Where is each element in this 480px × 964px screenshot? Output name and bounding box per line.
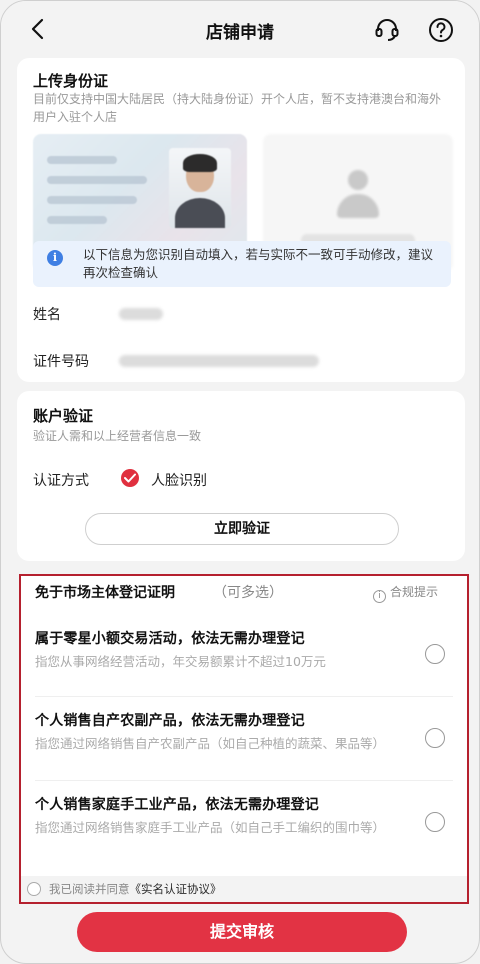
page-title: 店铺申请 xyxy=(206,23,274,43)
id-section-title: 上传身份证 xyxy=(33,72,109,90)
agreement-prefix: 我已阅读并同意 xyxy=(49,882,130,896)
id-number-value-blurred[interactable] xyxy=(119,355,319,367)
divider xyxy=(35,696,453,697)
id-photo xyxy=(169,148,231,228)
compliance-hint-link[interactable]: i 合规提示 xyxy=(373,583,438,603)
agreement-checkbox[interactable] xyxy=(27,882,41,896)
name-label: 姓名 xyxy=(33,307,61,323)
account-section-title: 账户验证 xyxy=(33,407,94,425)
submit-review-button[interactable]: 提交审核 xyxy=(77,912,407,952)
agreement-bar: 我已阅读并同意《实名认证协议》 xyxy=(21,876,467,902)
option-description: 指您从事网络经营活动，年交易额累计不超过10万元 xyxy=(35,654,326,669)
account-section-description: 验证人需和以上经营者信息一致 xyxy=(33,429,202,443)
option-radio[interactable] xyxy=(425,812,445,832)
id-front-text-lines xyxy=(47,156,157,236)
compliance-hint-text: 合规提示 xyxy=(390,585,439,599)
verify-now-button[interactable]: 立即验证 xyxy=(85,513,399,545)
exempt-section-subtitle: （可多选） xyxy=(213,585,283,601)
person-placeholder-icon xyxy=(333,164,383,224)
option-title: 属于零星小额交易活动，依法无需办理登记 xyxy=(35,631,305,647)
info-icon: i xyxy=(47,250,63,266)
agreement-text: 我已阅读并同意《实名认证协议》 xyxy=(49,881,222,897)
auth-method-value: 人脸识别 xyxy=(151,473,207,489)
headset-icon xyxy=(375,19,399,41)
customer-service-button[interactable] xyxy=(373,16,401,44)
exempt-option-small-transactions[interactable]: 属于零星小额交易活动，依法无需办理登记 指您从事网络经营活动，年交易额累计不超过… xyxy=(21,628,467,692)
exempt-option-farm-products[interactable]: 个人销售自产农副产品，依法无需办理登记 指您通过网络销售自产农副产品（如自己种植… xyxy=(21,710,467,774)
auto-fill-notice-text: 以下信息为您识别自动填入，若与实际不一致可手动修改，建议再次检查确认 xyxy=(83,247,434,280)
option-description: 指您通过网络销售自产农副产品（如自己种植的蔬菜、果品等） xyxy=(35,736,386,751)
app-screen: 店铺申请 上传身份证 目前仅支持中国大陆居民（持大陆身份证）开个人店，暂不支持港… xyxy=(0,0,480,964)
name-value-blurred[interactable] xyxy=(119,308,163,320)
exempt-option-handicraft-products[interactable]: 个人销售家庭手工业产品，依法无需办理登记 指您通过网络销售家庭手工业产品（如自己… xyxy=(21,794,467,858)
check-icon xyxy=(124,473,136,483)
id-number-label: 证件号码 xyxy=(33,354,89,370)
option-description: 指您通过网络销售家庭手工业产品（如自己手工编织的围巾等） xyxy=(35,820,386,835)
exempt-section-title: 免于市场主体登记证明 xyxy=(35,585,175,601)
info-circle-icon: i xyxy=(373,590,386,603)
option-radio[interactable] xyxy=(425,644,445,664)
question-circle-icon xyxy=(429,18,453,42)
exempt-registration-section: 免于市场主体登记证明 （可多选） i 合规提示 属于零星小额交易活动，依法无需办理… xyxy=(19,574,469,904)
auth-method-label: 认证方式 xyxy=(33,473,89,489)
id-section-description: 目前仅支持中国大陆居民（持大陆身份证）开个人店，暂不支持港澳台和海外用户入驻个人… xyxy=(33,92,442,124)
option-radio[interactable] xyxy=(425,728,445,748)
top-bar: 店铺申请 xyxy=(1,1,479,57)
face-auth-checkbox[interactable] xyxy=(121,469,139,487)
id-card-section: 上传身份证 目前仅支持中国大陆居民（持大陆身份证）开个人店，暂不支持港澳台和海外… xyxy=(17,58,465,382)
option-title: 个人销售自产农副产品，依法无需办理登记 xyxy=(35,713,305,729)
agreement-link[interactable]: 《实名认证协议》 xyxy=(130,882,222,896)
account-verification-section: 账户验证 验证人需和以上经营者信息一致 认证方式 人脸识别 立即验证 xyxy=(17,391,465,561)
help-button[interactable] xyxy=(427,16,455,44)
auto-fill-notice: i 以下信息为您识别自动填入，若与实际不一致可手动修改，建议再次检查确认 xyxy=(33,241,451,287)
option-title: 个人销售家庭手工业产品，依法无需办理登记 xyxy=(35,797,319,813)
divider xyxy=(35,780,453,781)
